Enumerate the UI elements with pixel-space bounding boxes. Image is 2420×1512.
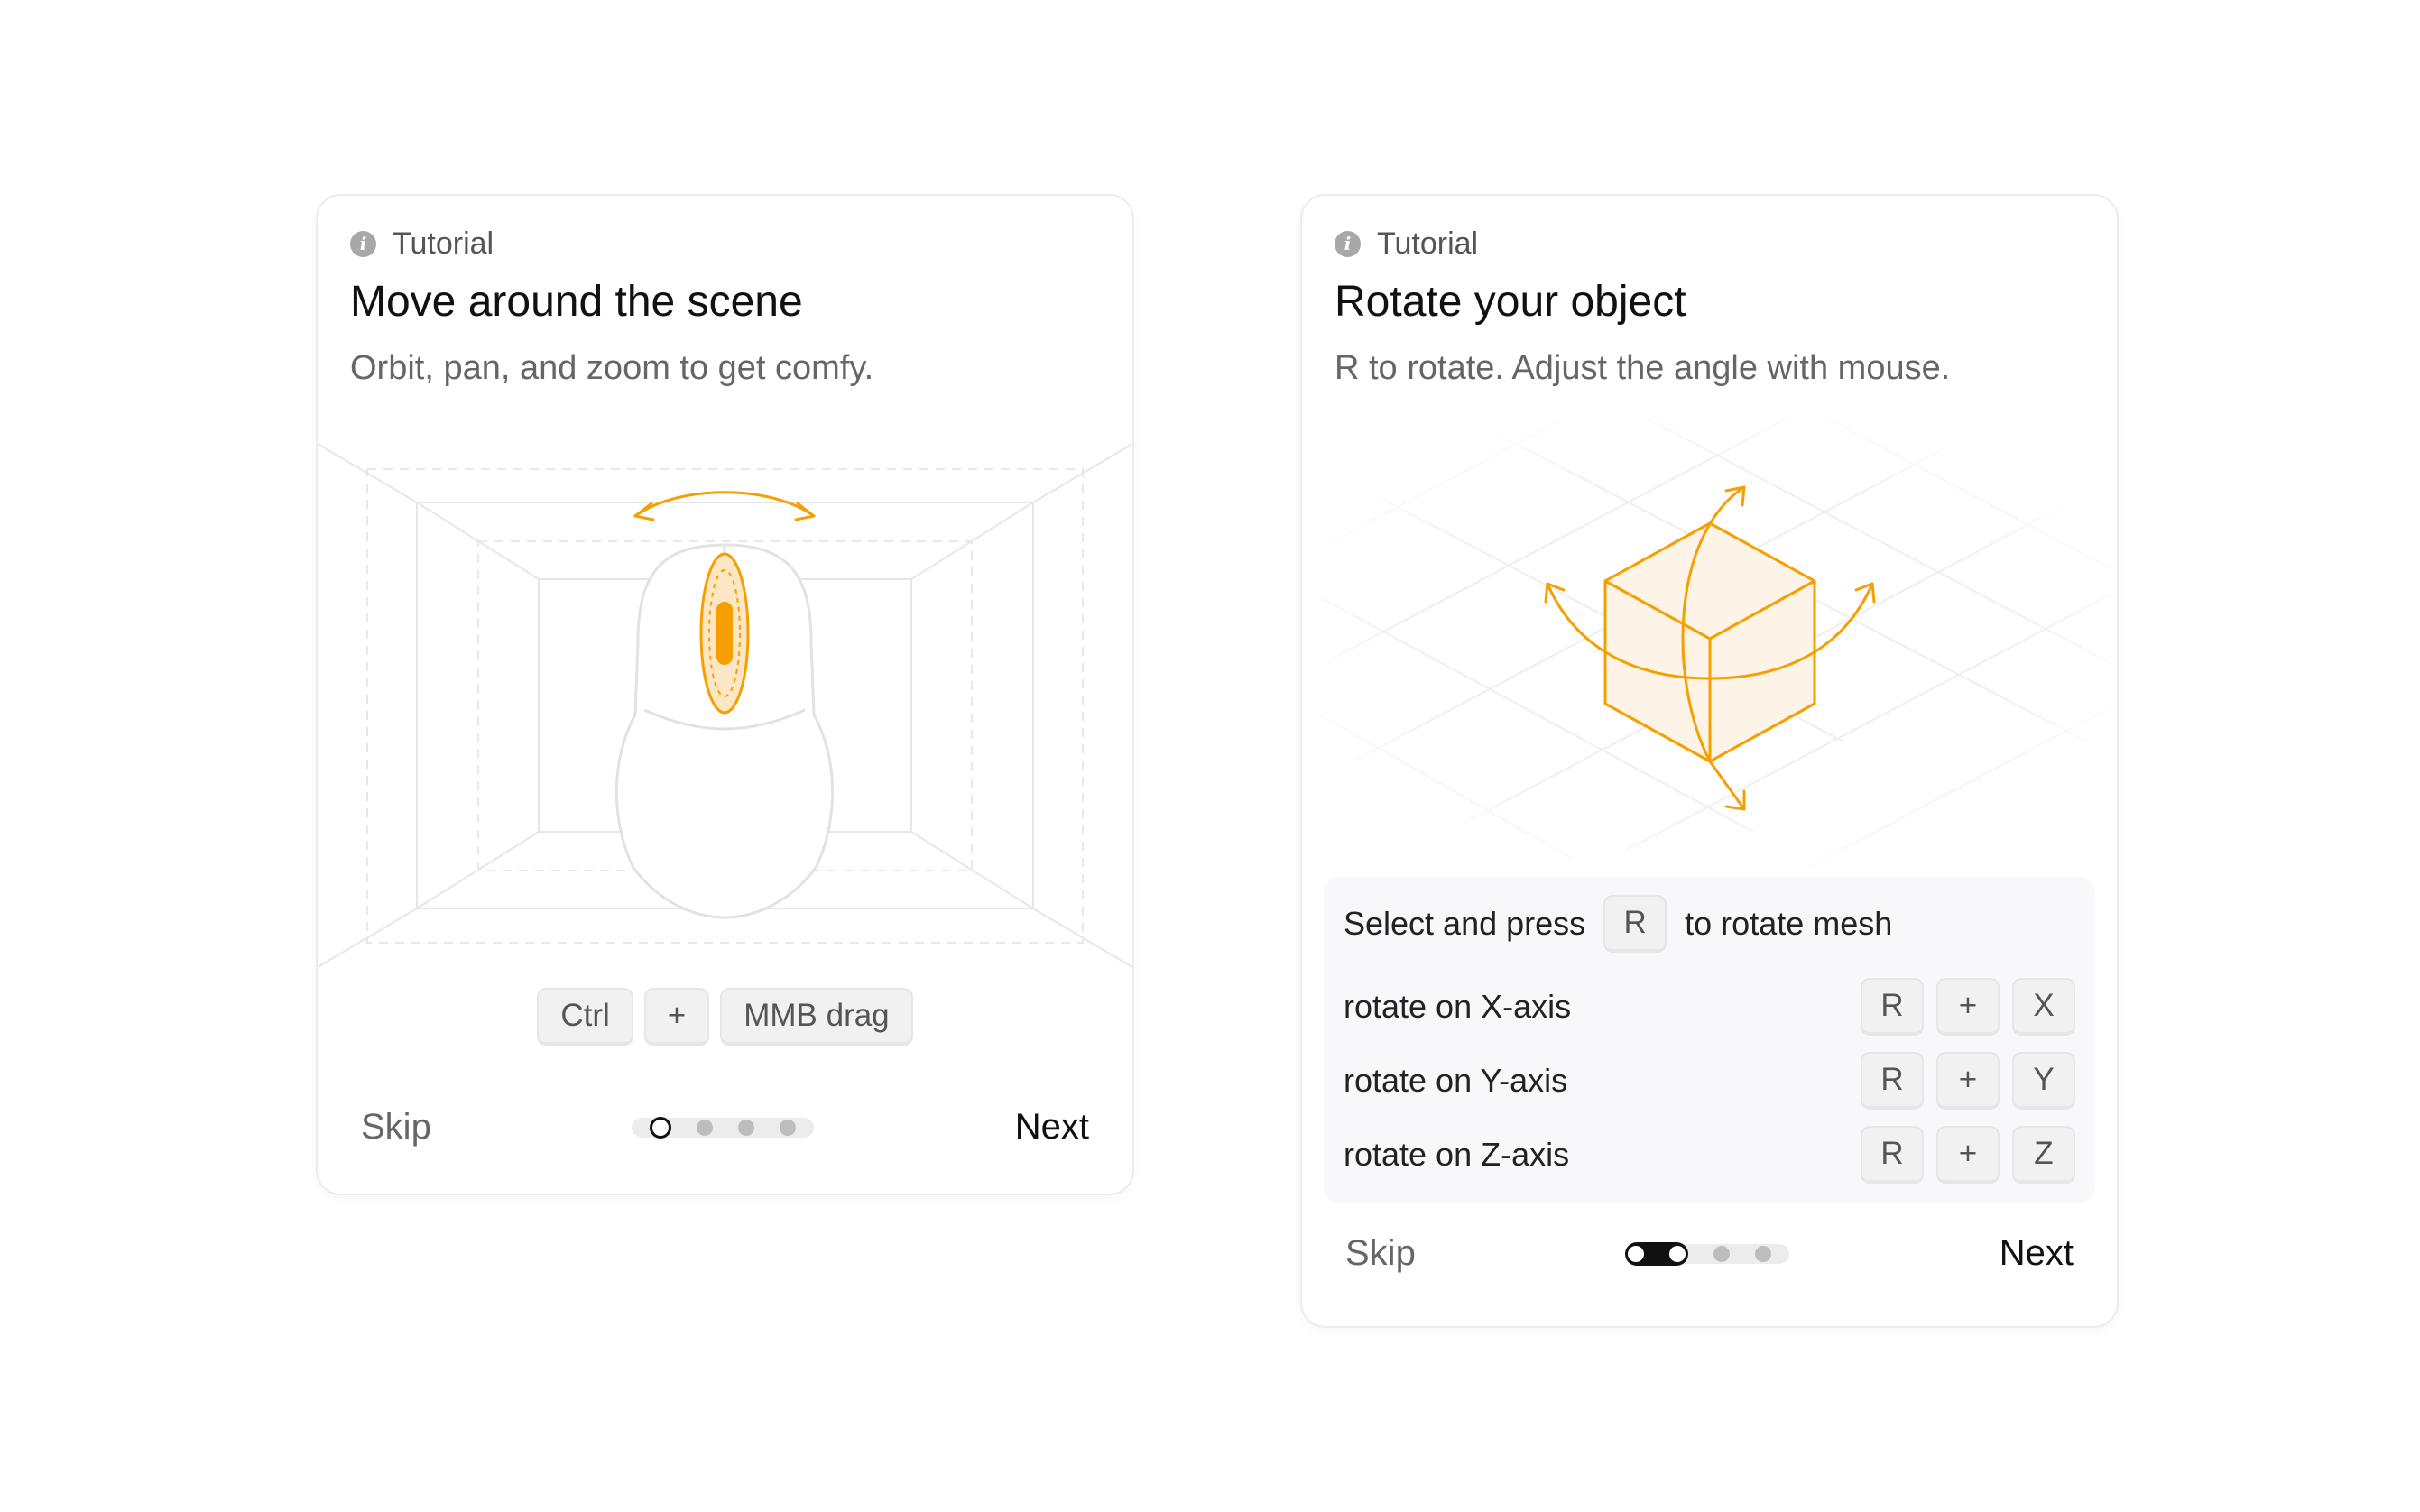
key-r: R xyxy=(1603,895,1667,953)
mouse-icon xyxy=(614,543,835,919)
shortcut-intro-before: Select and press xyxy=(1344,905,1586,942)
key-plus: + xyxy=(1936,1126,2000,1184)
step-dot-4[interactable] xyxy=(1755,1245,1772,1262)
key-plus: + xyxy=(1936,1052,2000,1110)
skip-button[interactable]: Skip xyxy=(361,1107,431,1148)
card-title: Move around the scene xyxy=(350,278,803,326)
tutorial-tag-label: Tutorial xyxy=(393,226,494,261)
key-y: Y xyxy=(2012,1052,2075,1110)
shortcut-row-x: rotate on X-axis R + X xyxy=(1344,978,2075,1036)
step-dot-4[interactable] xyxy=(780,1119,797,1136)
next-button[interactable]: Next xyxy=(1015,1107,1089,1148)
step-pill-active[interactable] xyxy=(1625,1241,1689,1266)
key-x: X xyxy=(2012,978,2075,1036)
tutorial-tag: i Tutorial xyxy=(350,221,494,266)
step-indicator xyxy=(632,1116,815,1139)
step-dot-2[interactable] xyxy=(697,1119,714,1136)
shortcut-intro-after: to rotate mesh xyxy=(1685,905,1893,942)
shortcut-intro-row: Select and press R to rotate mesh xyxy=(1344,895,2075,953)
tutorial-card-navigation: i Tutorial Move around the scene Orbit, … xyxy=(316,194,1134,1195)
navigation-illustration xyxy=(318,443,1132,968)
tutorial-card-rotate: i Tutorial Rotate your object R to rotat… xyxy=(1300,194,2119,1328)
step-indicator xyxy=(1625,1241,1790,1266)
isometric-grid-illustration xyxy=(1302,380,2117,869)
info-icon: i xyxy=(350,230,376,257)
shortcut-label: rotate on Z-axis xyxy=(1344,1136,1570,1173)
key-r: R xyxy=(1861,1052,1924,1110)
next-button[interactable]: Next xyxy=(2000,1233,2074,1274)
skip-button[interactable]: Skip xyxy=(1345,1233,1416,1274)
card-subtitle: R to rotate. Adjust the angle with mouse… xyxy=(1335,349,1951,387)
shortcut-row-z: rotate on Z-axis R + Z xyxy=(1344,1126,2075,1184)
key-mmb-drag: MMB drag xyxy=(720,988,913,1046)
card-footer: Skip Next xyxy=(361,1107,1089,1148)
card-subtitle: Orbit, pan, and zoom to get comfy. xyxy=(350,349,874,387)
step-dot-1[interactable] xyxy=(650,1116,672,1139)
card-title: Rotate your object xyxy=(1335,278,1686,326)
shortcut-panel: Select and press R to rotate mesh rotate… xyxy=(1324,877,2095,1203)
key-r: R xyxy=(1861,1126,1924,1184)
shortcut-label: rotate on X-axis xyxy=(1344,988,1572,1025)
key-plus: + xyxy=(643,988,710,1046)
scene-room-illustration xyxy=(318,443,1132,968)
step-dot-3[interactable] xyxy=(738,1119,755,1136)
shortcut-combo: Ctrl + MMB drag xyxy=(318,988,1132,1046)
info-icon: i xyxy=(1335,230,1361,257)
shortcut-label: rotate on Y-axis xyxy=(1344,1062,1568,1099)
key-ctrl: Ctrl xyxy=(537,988,633,1046)
key-plus: + xyxy=(1936,978,2000,1036)
key-r: R xyxy=(1861,978,1924,1036)
tutorial-tag-label: Tutorial xyxy=(1377,226,1479,261)
card-footer: Skip Next xyxy=(1345,1233,2074,1274)
step-dot-3[interactable] xyxy=(1713,1245,1731,1262)
tutorial-tag: i Tutorial xyxy=(1335,221,1478,266)
rotate-illustration xyxy=(1302,380,2117,869)
orbit-arrow-icon xyxy=(633,491,816,521)
key-z: Z xyxy=(2012,1126,2075,1184)
shortcut-row-y: rotate on Y-axis R + Y xyxy=(1344,1052,2075,1110)
